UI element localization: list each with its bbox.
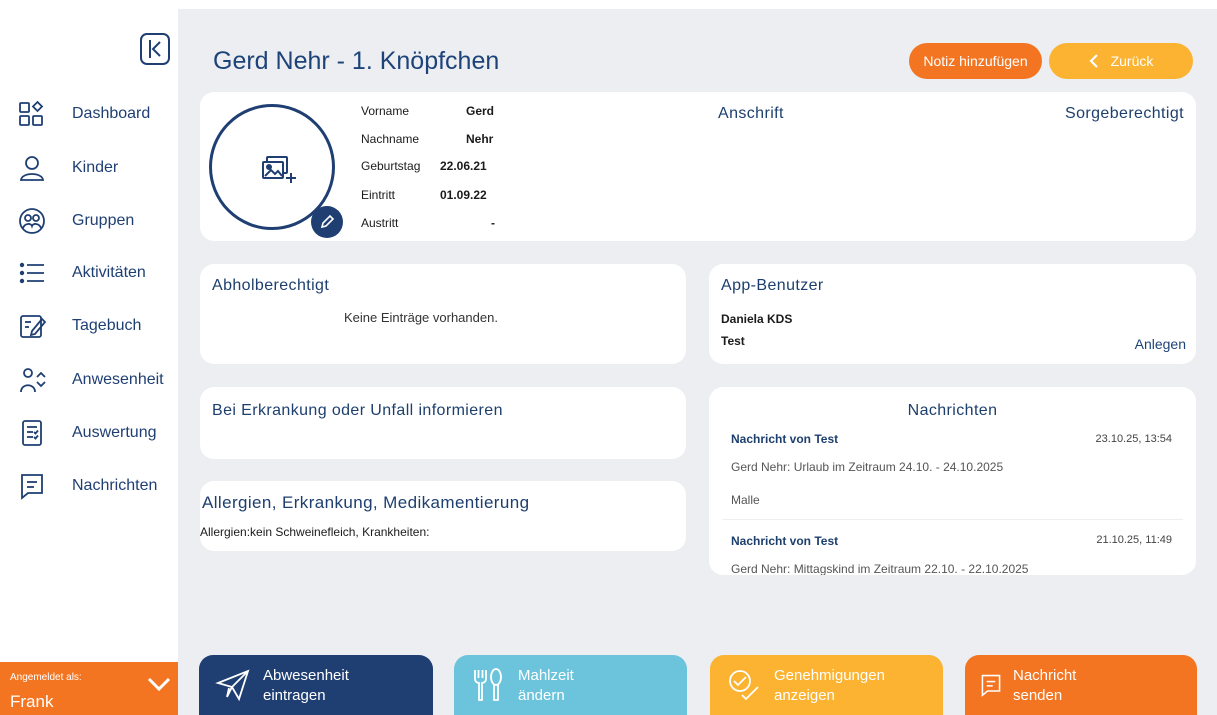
sidebar-item-label: Nachrichten — [72, 477, 158, 494]
message-sender: Nachricht von Test — [731, 534, 839, 548]
guardian-title: Sorgeberechtigt — [1065, 105, 1184, 122]
sidebar-item-label: Tagebuch — [72, 317, 142, 334]
attendance-icon — [20, 368, 46, 393]
birthday-value: 22.06.21 — [440, 159, 487, 173]
user-name: Frank — [10, 692, 54, 711]
sidebar-item-tagebuch[interactable]: Tagebuch — [0, 306, 178, 346]
dashboard-icon — [19, 100, 44, 126]
message-time: 23.10.25, 13:54 — [1095, 433, 1172, 445]
edit-note-icon — [20, 315, 46, 338]
pickup-empty-text: Keine Einträge vorhanden. — [344, 310, 498, 325]
sidebar-item-anwesenheit[interactable]: Anwesenheit — [0, 360, 178, 400]
lastname-value: Nehr — [466, 132, 494, 146]
paper-plane-icon — [215, 669, 250, 702]
button-label: Nachricht — [1013, 667, 1077, 684]
edit-photo-button[interactable] — [311, 206, 343, 238]
group-icon — [19, 208, 45, 234]
exit-label: Austritt — [361, 216, 399, 230]
collapse-icon — [149, 40, 161, 58]
sidebar-item-label: Anwesenheit — [72, 371, 164, 388]
button-label: Mahlzeit — [518, 667, 574, 684]
button-label: ändern — [518, 687, 565, 704]
pencil-icon — [320, 214, 335, 229]
button-label: senden — [1013, 687, 1063, 704]
sidebar-item-label: Dashboard — [72, 105, 151, 122]
message-text: Malle — [731, 493, 760, 507]
pickup-title: Abholberechtigt — [212, 277, 330, 294]
login-caption: Angemeldet als: — [10, 672, 82, 683]
create-user-link[interactable]: Anlegen — [1135, 336, 1186, 352]
button-label: Genehmigungen — [774, 667, 885, 684]
app-users-title: App-Benutzer — [721, 277, 824, 294]
message-divider — [723, 519, 1183, 520]
message-icon — [21, 474, 43, 500]
cutlery-icon — [474, 668, 502, 701]
profile-card: Vorname Gerd Nachname Nehr Geburtstag 22… — [200, 92, 1196, 241]
back-button[interactable]: Zurück — [1049, 43, 1193, 79]
app-user-item: Daniela KDS — [721, 312, 793, 326]
send-message-button[interactable]: Nachricht senden — [965, 655, 1197, 715]
entry-value: 01.09.22 — [440, 188, 487, 202]
address-title: Anschrift — [718, 105, 784, 122]
collapse-sidebar-button[interactable] — [140, 33, 170, 65]
report-icon — [22, 420, 42, 446]
sidebar-item-gruppen[interactable]: Gruppen — [0, 201, 178, 241]
message-icon — [981, 674, 1001, 697]
chevron-left-icon — [1089, 54, 1098, 68]
birthday-label: Geburtstag — [361, 159, 421, 173]
show-approvals-button[interactable]: Genehmigungen anzeigen — [710, 655, 943, 715]
page-title: Gerd Nehr - 1. Knöpfchen — [213, 47, 500, 75]
back-button-label: Zurück — [1110, 53, 1154, 69]
button-label: anzeigen — [774, 687, 835, 704]
sidebar-item-dashboard[interactable]: Dashboard — [0, 94, 178, 134]
main-content: Gerd Nehr - 1. Knöpfchen Notiz hinzufüge… — [178, 9, 1217, 715]
emergency-contact-card: Bei Erkrankung oder Unfall informieren — [200, 387, 686, 459]
sidebar-item-label: Kinder — [72, 159, 119, 176]
message-sender: Nachricht von Test — [731, 432, 839, 446]
firstname-label: Vorname — [361, 104, 410, 118]
person-icon — [19, 156, 45, 181]
pickup-card: Abholberechtigt Keine Einträge vorhanden… — [200, 264, 686, 364]
sidebar-item-label: Auswertung — [72, 424, 157, 441]
messages-card: Nachrichten Nachricht von Test 23.10.25,… — [709, 387, 1196, 575]
report-absence-button[interactable]: Abwesenheit eintragen — [199, 655, 433, 715]
sidebar-item-label: Gruppen — [72, 212, 135, 229]
allergies-text: Allergien:kein Schweinefleich, Krankheit… — [200, 525, 430, 539]
sidebar: Dashboard Kinder Gruppen Aktivitäten Tag… — [0, 0, 178, 715]
list-icon — [19, 262, 44, 284]
add-photo-icon — [262, 156, 296, 183]
firstname-value: Gerd — [466, 104, 495, 118]
messages-title: Nachrichten — [907, 402, 998, 419]
sidebar-item-nachrichten[interactable]: Nachrichten — [0, 466, 178, 506]
chevron-down-icon — [147, 677, 171, 692]
app-users-card: App-Benutzer Daniela KDS Test Anlegen — [709, 264, 1196, 364]
sidebar-item-auswertung[interactable]: Auswertung — [0, 413, 178, 453]
button-label: Abwesenheit — [263, 667, 349, 684]
app-user-item: Test — [721, 334, 745, 348]
allergies-card: Allergien, Erkrankung, Medikamentierung … — [200, 481, 686, 551]
allergies-title: Allergien, Erkrankung, Medikamentierung — [202, 493, 530, 512]
entry-label: Eintritt — [361, 188, 396, 202]
sidebar-item-label: Aktivitäten — [72, 264, 146, 281]
approval-icon — [729, 670, 759, 701]
message-text: Gerd Nehr: Urlaub im Zeitraum 24.10. - 2… — [731, 460, 1004, 474]
child-photo[interactable] — [209, 104, 343, 238]
exit-value: - — [491, 216, 495, 230]
emergency-title: Bei Erkrankung oder Unfall informieren — [212, 402, 503, 419]
lastname-label: Nachname — [361, 132, 420, 146]
sidebar-item-kinder[interactable]: Kinder — [0, 148, 178, 188]
add-note-button[interactable]: Notiz hinzufügen — [909, 43, 1042, 79]
user-menu[interactable]: Angemeldet als: Frank — [0, 662, 178, 715]
change-meal-button[interactable]: Mahlzeit ändern — [454, 655, 687, 715]
message-text: Gerd Nehr: Mittagskind im Zeitraum 22.10… — [731, 562, 1029, 575]
sidebar-item-aktivitaeten[interactable]: Aktivitäten — [0, 253, 178, 293]
button-label: eintragen — [263, 687, 326, 704]
message-time: 21.10.25, 11:49 — [1096, 534, 1172, 546]
